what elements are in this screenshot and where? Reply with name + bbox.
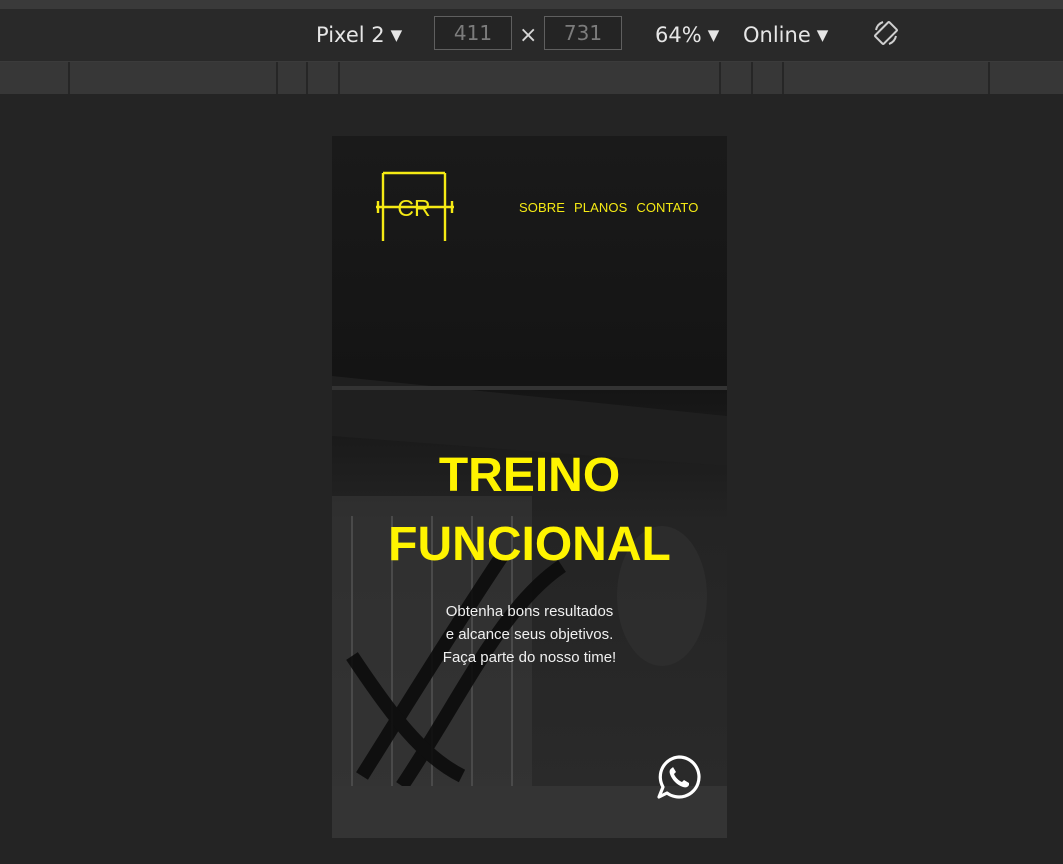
chevron-down-icon: ▼ bbox=[707, 26, 720, 44]
device-viewport: CR SOBRE PLANOS CONTATO TREINO FUNCIONAL… bbox=[332, 136, 727, 838]
times-icon: × bbox=[519, 23, 538, 48]
ruler-divider bbox=[751, 62, 753, 94]
zoom-select-label: 64% bbox=[655, 23, 702, 47]
ruler-divider bbox=[782, 62, 784, 94]
hero-subtitle: Obtenha bons resultados e alcance seus o… bbox=[332, 600, 727, 669]
main-nav: SOBRE PLANOS CONTATO bbox=[519, 200, 698, 215]
media-query-bar[interactable] bbox=[0, 62, 1063, 94]
device-toolbar: Pixel 2 ▼ 411 × 731 64% ▼ Online ▼ bbox=[0, 9, 1063, 62]
nav-link-planos[interactable]: PLANOS bbox=[574, 200, 627, 215]
ruler-divider bbox=[338, 62, 340, 94]
logo[interactable]: CR bbox=[375, 169, 455, 245]
ruler-divider bbox=[306, 62, 308, 94]
hero-title: TREINO FUNCIONAL bbox=[332, 441, 727, 579]
rotate-icon[interactable] bbox=[871, 18, 901, 48]
device-select-label: Pixel 2 bbox=[316, 23, 385, 47]
height-input[interactable]: 731 bbox=[544, 16, 622, 50]
ruler-divider bbox=[68, 62, 70, 94]
ruler-divider bbox=[988, 62, 990, 94]
hero-subtitle-line: Obtenha bons resultados bbox=[445, 603, 614, 620]
width-input[interactable]: 411 bbox=[434, 16, 512, 50]
hero-subtitle-line: Faça parte do nosso time! bbox=[442, 649, 617, 666]
logo-text: CR bbox=[397, 195, 430, 221]
zoom-select[interactable]: 64% ▼ bbox=[655, 21, 719, 49]
nav-link-sobre[interactable]: SOBRE bbox=[519, 200, 565, 215]
network-select[interactable]: Online ▼ bbox=[743, 21, 828, 49]
chevron-down-icon: ▼ bbox=[390, 26, 403, 44]
hero-title-line-1: TREINO bbox=[438, 449, 621, 502]
device-select[interactable]: Pixel 2 ▼ bbox=[316, 21, 402, 49]
chevron-down-icon: ▼ bbox=[816, 26, 829, 44]
hero-subtitle-line: e alcance seus objetivos. bbox=[445, 626, 614, 643]
nav-link-contato[interactable]: CONTATO bbox=[636, 200, 698, 215]
ruler-divider bbox=[276, 62, 278, 94]
top-strip bbox=[0, 0, 1063, 9]
whatsapp-icon[interactable] bbox=[657, 755, 701, 799]
ruler-divider bbox=[719, 62, 721, 94]
network-select-label: Online bbox=[743, 23, 811, 47]
hero-title-line-2: FUNCIONAL bbox=[388, 518, 671, 571]
